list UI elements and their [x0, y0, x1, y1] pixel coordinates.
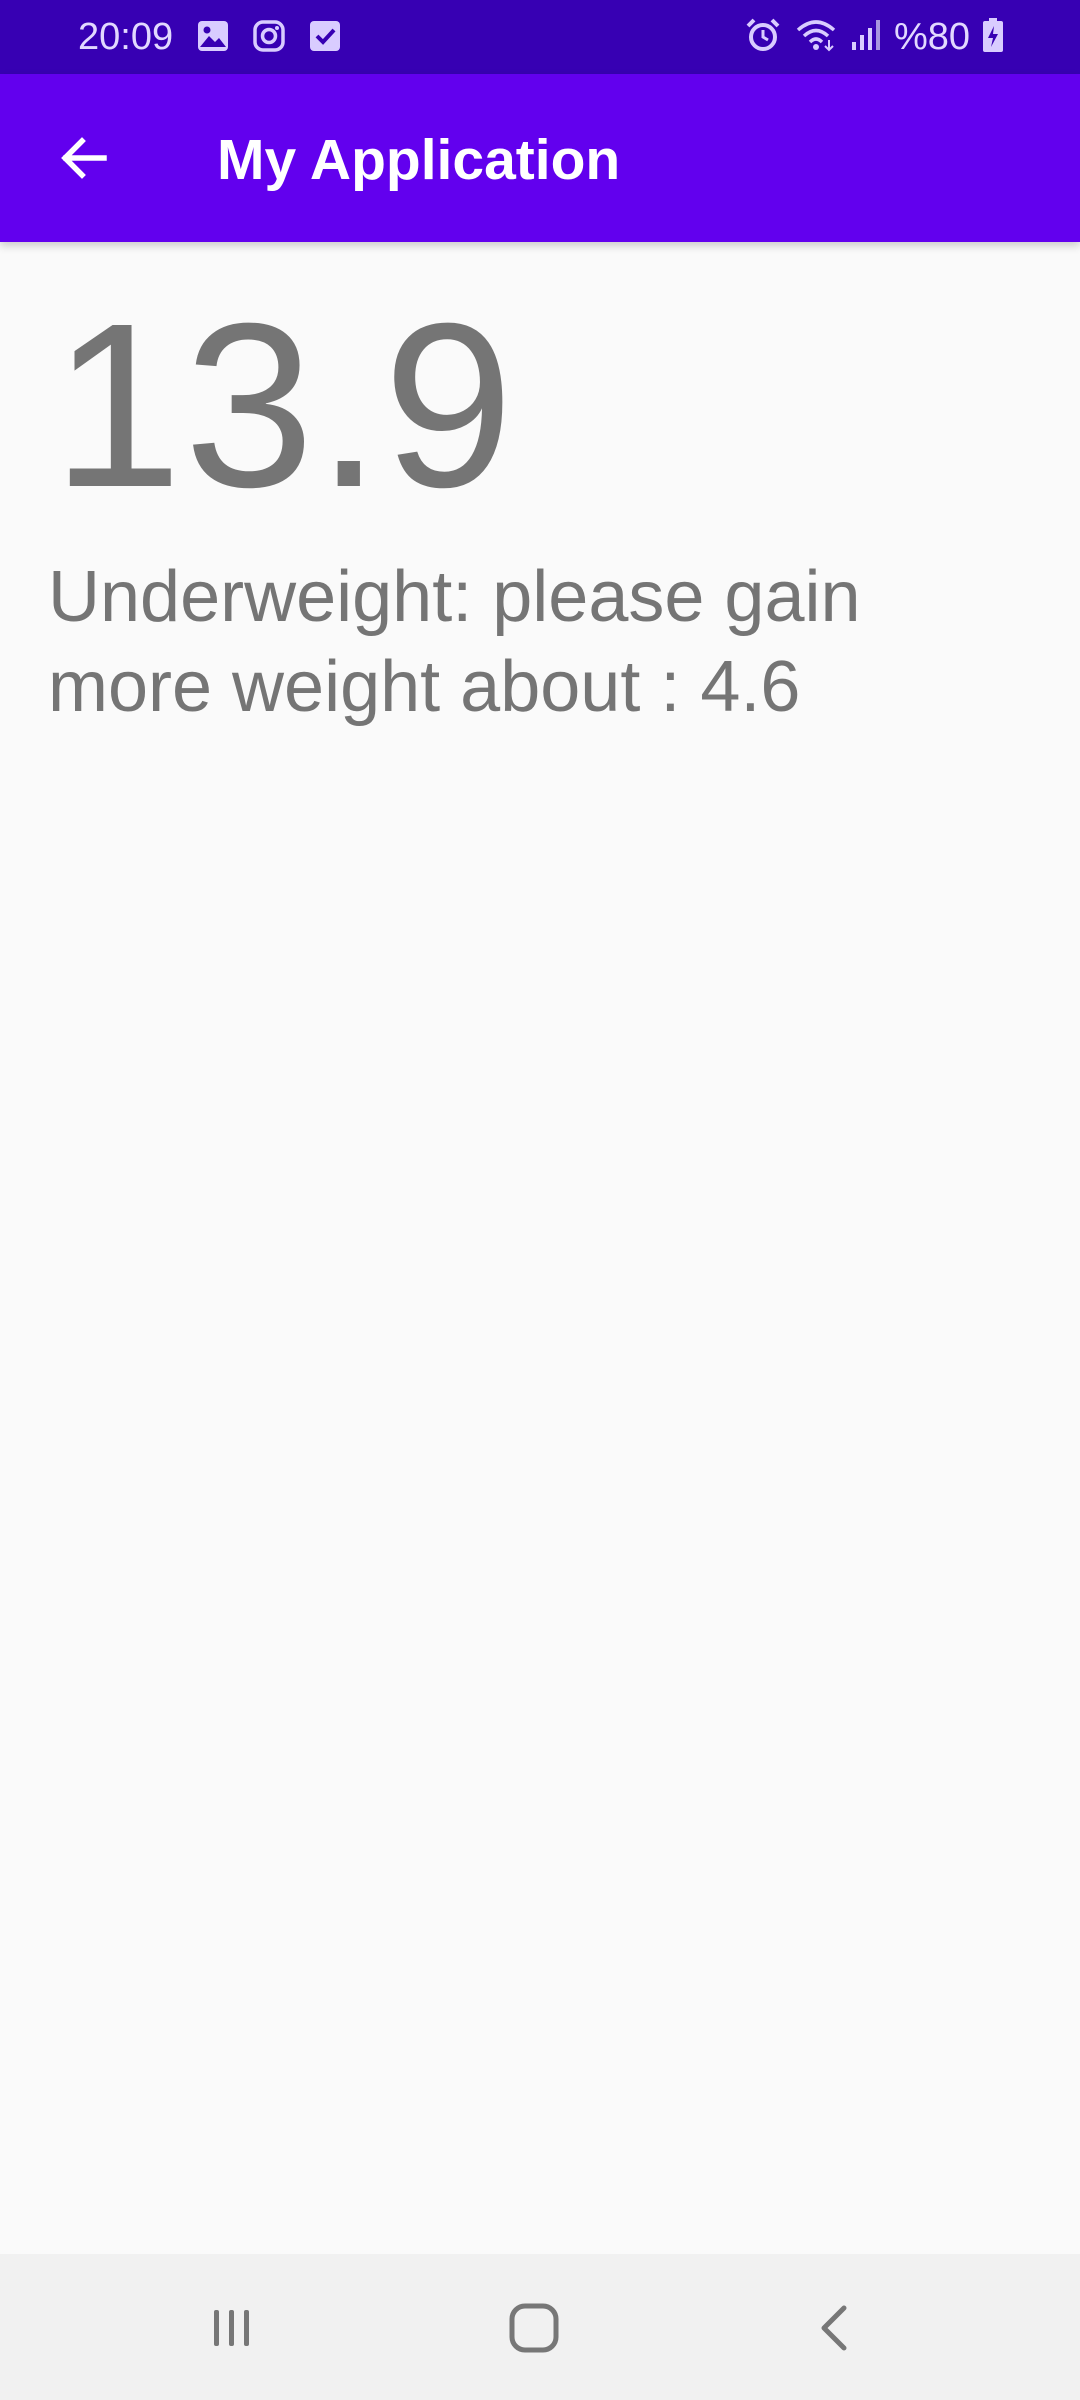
- navigation-bar: [0, 2254, 1080, 2400]
- home-button[interactable]: [494, 2290, 574, 2370]
- instagram-icon: [252, 19, 286, 58]
- recents-button[interactable]: [191, 2290, 271, 2370]
- alarm-icon: [744, 16, 782, 59]
- checkbox-icon: [308, 19, 342, 58]
- bmi-value: 13.9: [52, 274, 516, 536]
- app-bar: My Application: [0, 74, 1080, 242]
- status-system-icons: %80: [744, 12, 1004, 62]
- battery-charging-icon: [982, 17, 1004, 58]
- status-bar: 20:09 %80: [0, 0, 1080, 74]
- back-icon: [808, 2300, 864, 2361]
- recents-icon: [203, 2300, 259, 2361]
- gallery-icon: [196, 19, 230, 58]
- screen: 20:09 %80 My Application 13.9 Underweigh…: [0, 0, 1080, 2400]
- back-button[interactable]: [48, 124, 120, 196]
- app-title: My Application: [217, 128, 621, 192]
- battery-level: %80: [893, 16, 970, 58]
- back-nav-button[interactable]: [796, 2290, 876, 2370]
- status-time: 20:09: [78, 16, 174, 58]
- bmi-message: Underweight: please gain more weight abo…: [48, 557, 861, 727]
- wifi-icon: [794, 16, 838, 59]
- home-icon: [506, 2300, 562, 2361]
- status-notification-icons: [196, 19, 342, 58]
- signal-icon: [850, 18, 882, 57]
- arrow-back-icon: [56, 130, 112, 191]
